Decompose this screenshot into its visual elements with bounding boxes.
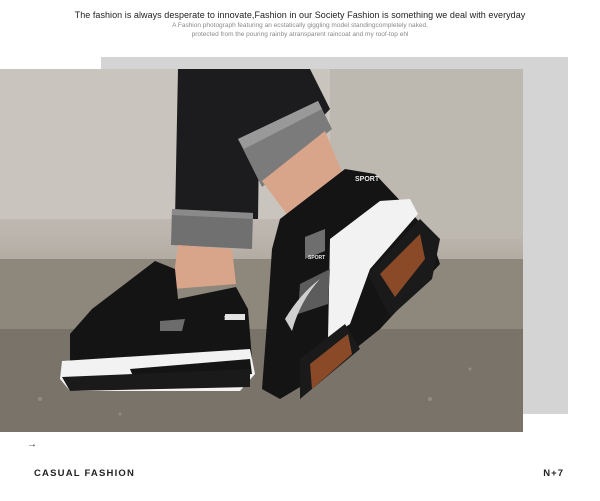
footer-left-label: CASUAL FASHION: [34, 468, 136, 479]
shoe-brand-text: SPORT: [308, 255, 325, 261]
arrow-right-icon[interactable]: →: [27, 439, 37, 450]
svg-text:SPORT: SPORT: [355, 176, 380, 183]
sneaker-photo: SPORT SPORT SPORT: [0, 69, 523, 432]
subline-line-1: A Fashion photograph featuring an ecstat…: [172, 22, 428, 29]
footer-right-label: N+7: [543, 468, 564, 479]
subline-line-2: protected from the pouring rainby atrans…: [191, 30, 409, 38]
header-subline: A Fashion photograph featuring an ecstat…: [0, 22, 600, 39]
header-tagline: The fashion is always desperate to innov…: [74, 10, 526, 20]
sneaker-illustration: SPORT SPORT SPORT: [0, 69, 523, 432]
svg-text:SPORT: SPORT: [224, 316, 245, 322]
